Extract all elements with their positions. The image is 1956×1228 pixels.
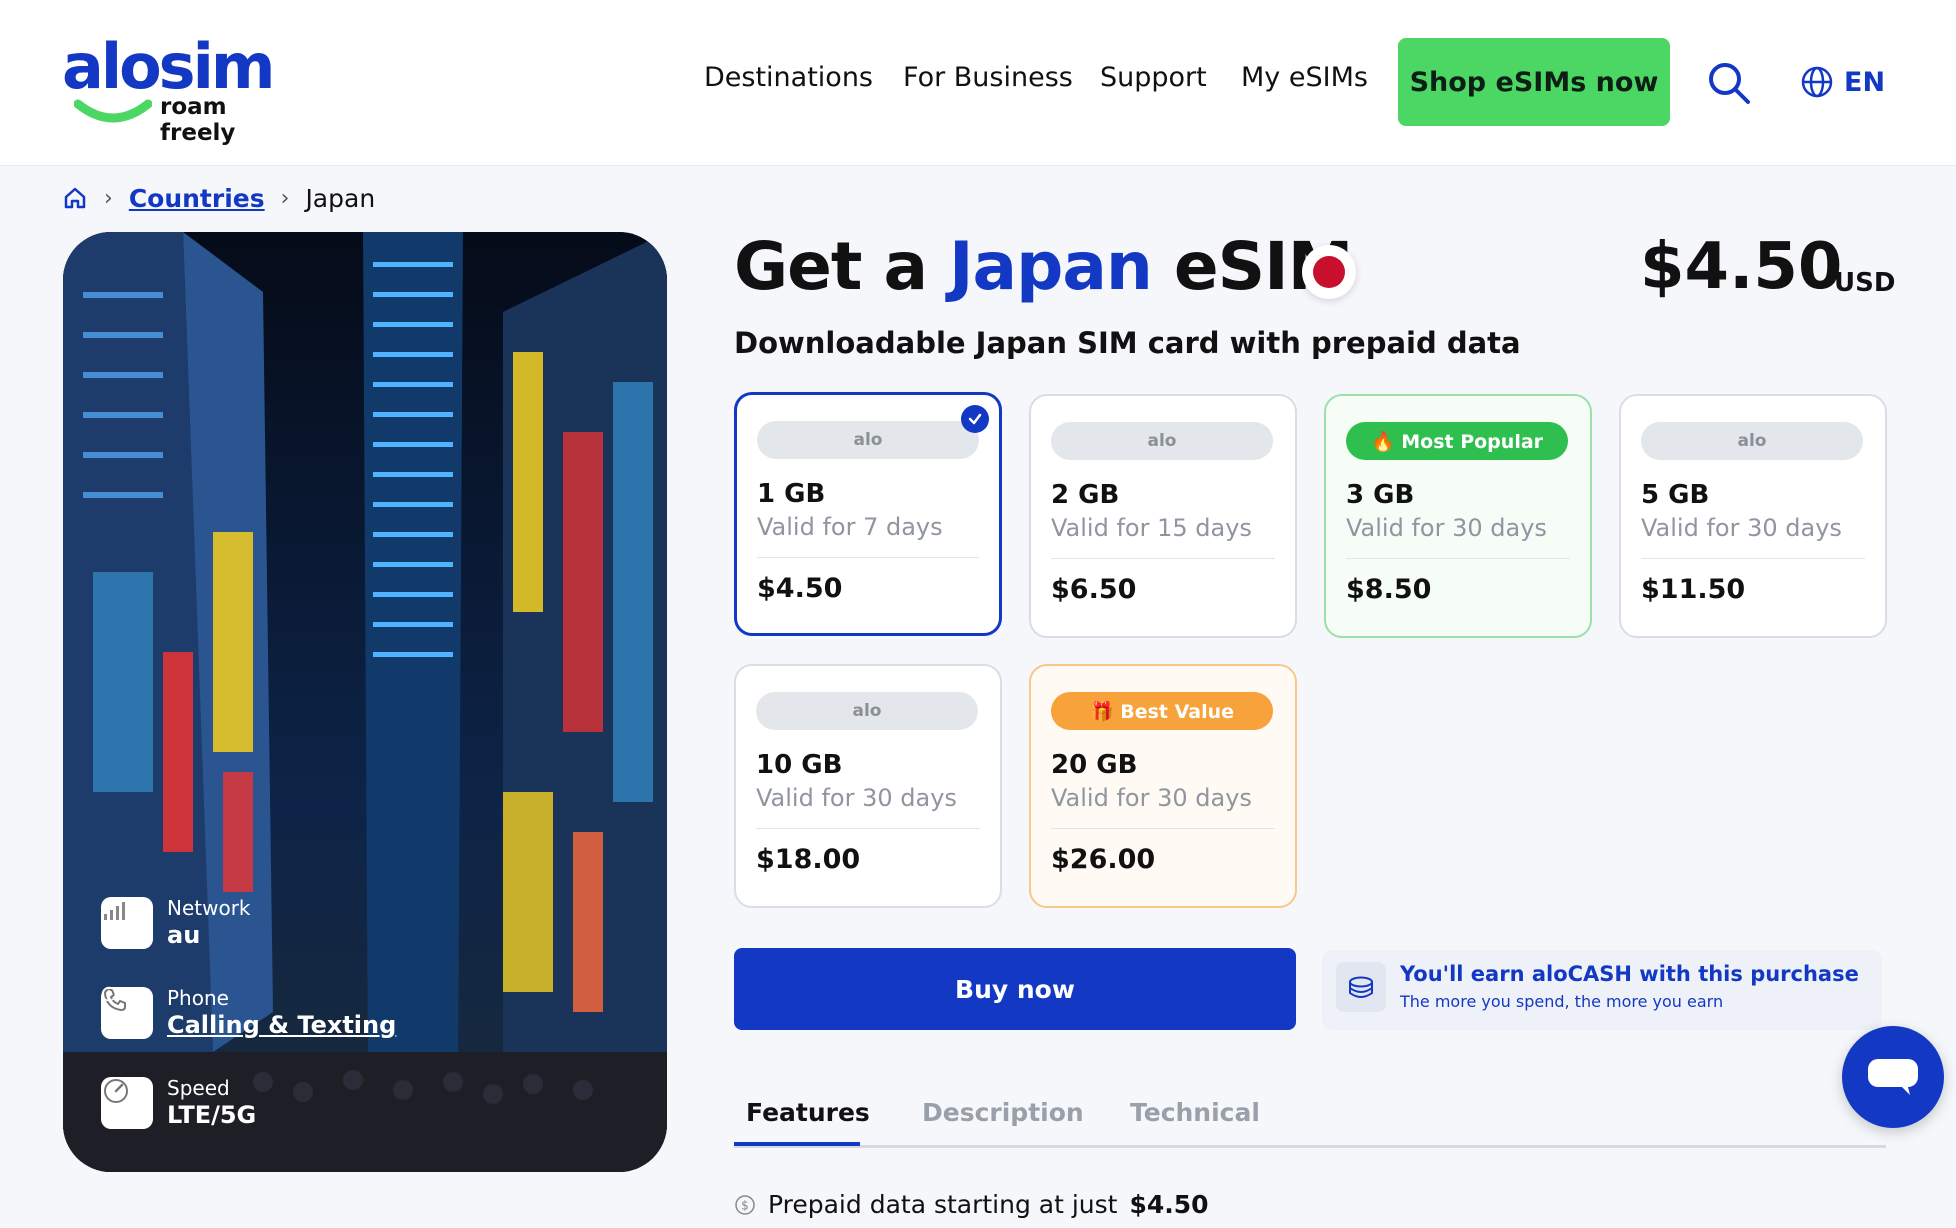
speedometer-icon <box>101 1077 153 1129</box>
most-popular-badge: 🔥 Most Popular <box>1346 422 1568 460</box>
divider <box>757 557 979 558</box>
nav-destinations[interactable]: Destinations <box>704 62 873 93</box>
japan-city-photo: Network au Phone Calling & Texting Speed… <box>63 232 667 1172</box>
page-title: Get a Japan eSIM <box>734 228 1353 305</box>
tab-technical[interactable]: Technical <box>1130 1098 1260 1127</box>
logo-tagline: roam freely <box>160 94 236 146</box>
tab-description[interactable]: Description <box>922 1098 1084 1127</box>
plan-price: $18.00 <box>756 844 861 875</box>
plan-card-20gb[interactable]: 🎁 Best Value 20 GB Valid for 30 days $26… <box>1029 664 1297 908</box>
network-value: au <box>167 921 201 949</box>
plan-card-1gb[interactable]: alo 1 GB Valid for 7 days $4.50 <box>734 392 1002 636</box>
alocash-earn-banner: You'll earn aloCASH with this purchase T… <box>1322 950 1882 1030</box>
title-country: Japan <box>948 228 1153 305</box>
coins-icon <box>1336 962 1386 1012</box>
plan-data: 20 GB <box>1051 750 1138 780</box>
spec-speed: Speed LTE/5G <box>101 1076 256 1130</box>
divider <box>1641 558 1865 559</box>
plan-data: 2 GB <box>1051 480 1120 510</box>
plan-validity: Valid for 30 days <box>1346 514 1547 542</box>
shop-esims-button[interactable]: Shop eSIMs now <box>1398 38 1670 126</box>
search-icon[interactable] <box>1706 60 1752 106</box>
feature-item: $ Prepaid data starting at just $4.50 <box>734 1190 1209 1219</box>
plan-data: 1 GB <box>757 479 826 509</box>
feature-text: Prepaid data starting at just <box>768 1190 1118 1219</box>
smile-icon <box>74 99 152 123</box>
speed-value: LTE/5G <box>167 1101 257 1129</box>
phone-label: Phone <box>167 986 229 1010</box>
plan-price: $4.50 <box>757 573 843 604</box>
plan-card-5gb[interactable]: alo 5 GB Valid for 30 days $11.50 <box>1619 394 1887 638</box>
language-selector[interactable]: EN <box>1800 62 1885 102</box>
divider <box>756 828 980 829</box>
divider <box>1051 558 1275 559</box>
plan-card-3gb[interactable]: 🔥 Most Popular 3 GB Valid for 30 days $8… <box>1324 394 1592 638</box>
plan-price: $8.50 <box>1346 574 1432 605</box>
plan-badge: alo <box>1641 422 1863 460</box>
product-tabs: Features Description Technical <box>734 1090 1886 1148</box>
plan-card-10gb[interactable]: alo 10 GB Valid for 30 days $18.00 <box>734 664 1002 908</box>
spec-network: Network au <box>101 896 251 950</box>
plan-data: 10 GB <box>756 750 843 780</box>
plan-badge: alo <box>1051 422 1273 460</box>
nav-support[interactable]: Support <box>1100 62 1207 93</box>
breadcrumb: › Countries › Japan <box>62 182 375 214</box>
language-label: EN <box>1844 66 1886 98</box>
plan-validity: Valid for 30 days <box>1051 784 1252 812</box>
breadcrumb-current: Japan <box>305 183 376 213</box>
plan-validity: Valid for 15 days <box>1051 514 1252 542</box>
plan-data: 5 GB <box>1641 480 1710 510</box>
info-icon[interactable] <box>101 986 117 1002</box>
phone-value-link[interactable]: Calling & Texting <box>167 1010 396 1040</box>
alosim-logo[interactable]: alosim roam freely <box>62 30 292 146</box>
plan-validity: Valid for 30 days <box>1641 514 1842 542</box>
buy-now-button[interactable]: Buy now <box>734 948 1296 1030</box>
plan-price: $11.50 <box>1641 574 1746 605</box>
nav-for-business[interactable]: For Business <box>903 62 1073 93</box>
dollar-circle-icon: $ <box>735 1194 755 1215</box>
plan-data: 3 GB <box>1346 480 1415 510</box>
page-subtitle: Downloadable Japan SIM card with prepaid… <box>734 326 1521 360</box>
feature-value: $4.50 <box>1129 1190 1209 1219</box>
best-value-badge: 🎁 Best Value <box>1051 692 1273 730</box>
globe-icon <box>1801 66 1833 98</box>
plan-badge: alo <box>757 421 979 459</box>
divider <box>1051 828 1275 829</box>
nav-my-esims[interactable]: My eSIMs <box>1241 62 1368 93</box>
title-prefix: Get a <box>734 228 928 305</box>
tab-features[interactable]: Features <box>746 1098 870 1127</box>
plan-price: $26.00 <box>1051 844 1156 875</box>
check-icon <box>961 405 989 433</box>
plan-validity: Valid for 7 days <box>757 513 943 541</box>
plan-validity: Valid for 30 days <box>756 784 957 812</box>
earn-subtitle: The more you spend, the more you earn <box>1400 992 1724 1011</box>
plan-card-2gb[interactable]: alo 2 GB Valid for 15 days $6.50 <box>1029 394 1297 638</box>
home-icon[interactable] <box>62 185 88 211</box>
breadcrumb-separator: › <box>280 185 290 211</box>
divider <box>1346 558 1570 559</box>
active-tab-indicator <box>734 1142 860 1146</box>
site-header: alosim roam freely Destinations For Busi… <box>0 0 1956 166</box>
earn-title: You'll earn aloCASH with this purchase <box>1400 962 1859 986</box>
svg-text:$: $ <box>741 1198 749 1212</box>
speed-label: Speed <box>167 1076 230 1100</box>
logo-wordmark: alosim <box>62 30 275 103</box>
japan-flag-icon <box>1302 245 1356 299</box>
network-label: Network <box>167 896 251 920</box>
breadcrumb-countries[interactable]: Countries <box>129 184 265 213</box>
price-currency: USD <box>1834 268 1896 298</box>
plan-price: $6.50 <box>1051 574 1137 605</box>
signal-icon <box>101 897 153 949</box>
plan-badge: alo <box>756 692 978 730</box>
breadcrumb-separator: › <box>104 185 113 211</box>
selected-price: $4.50 <box>1640 230 1843 304</box>
spec-phone: Phone Calling & Texting <box>101 986 396 1040</box>
